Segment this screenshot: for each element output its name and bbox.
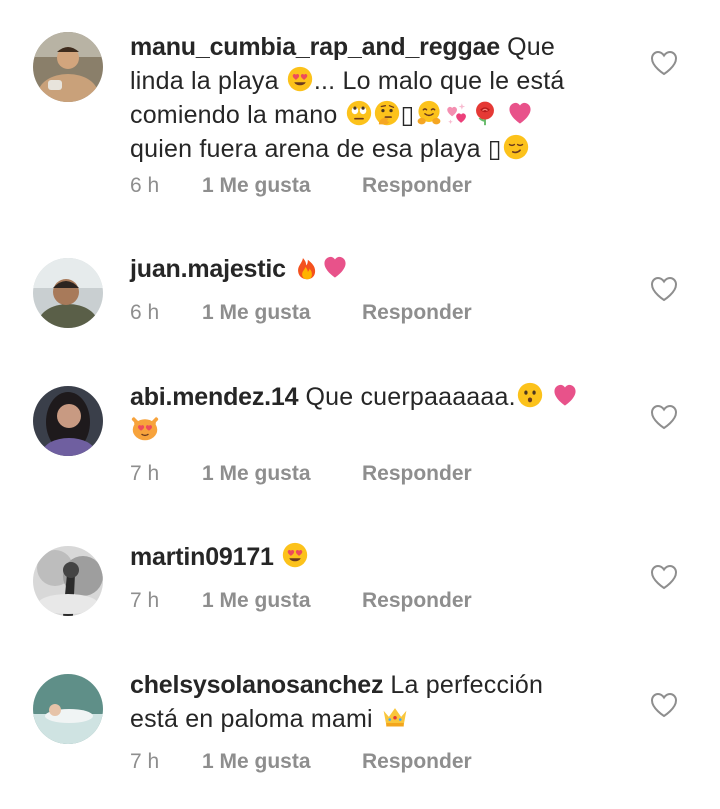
avatar[interactable] [33, 674, 103, 744]
comment-meta: 7 h 1 Me gusta Responder [130, 750, 472, 780]
avatar[interactable] [33, 546, 103, 616]
likes-count[interactable]: 1 Me gusta [202, 750, 362, 774]
comment-body: La perfección [383, 671, 544, 699]
comment-body: ... Lo malo que le está [313, 67, 565, 95]
comment-body: está en paloma mami [130, 705, 380, 733]
rose-emoji-icon [472, 100, 498, 126]
heart-outline-icon[interactable] [650, 404, 678, 430]
heart-eyes-cat-emoji-icon [131, 414, 159, 442]
heart-eyes-emoji-icon [282, 542, 308, 568]
likes-count[interactable]: 1 Me gusta [202, 462, 362, 486]
missing-glyph: ▯ [487, 135, 502, 163]
heart-emoji-icon [552, 382, 578, 408]
likes-count[interactable]: 1 Me gusta [202, 301, 362, 325]
heart-outline-icon[interactable] [650, 50, 678, 76]
comment-time: 7 h [130, 750, 160, 773]
comment-body: quien fuera arena de esa playa [130, 135, 488, 163]
thinking-emoji-icon [374, 100, 400, 126]
hugging-emoji-icon [416, 100, 442, 126]
heart-emoji-icon [322, 254, 348, 280]
missing-glyph: ▯ [400, 101, 415, 129]
reply-button[interactable]: Responder [362, 462, 472, 486]
comment-text: manu_cumbia_rap_and_reggae Que linda la … [130, 30, 630, 166]
comment-meta: 7 h 1 Me gusta Responder [130, 462, 472, 492]
comment-text: chelsysolanosanchez La perfección está e… [130, 668, 630, 736]
comment-body: comiendo la mano [130, 101, 345, 129]
avatar[interactable] [33, 386, 103, 456]
eye-roll-emoji-icon [346, 100, 372, 126]
comment-text: juan.majestic [130, 252, 630, 286]
crown-emoji-icon [381, 702, 409, 730]
likes-count[interactable]: 1 Me gusta [202, 589, 362, 613]
comment-username[interactable]: manu_cumbia_rap_and_reggae [130, 33, 500, 61]
hushed-emoji-icon [517, 382, 543, 408]
comment-body: Que cuerpaaaaaa. [298, 383, 516, 411]
avatar[interactable] [33, 32, 103, 102]
comment-time: 6 h [130, 174, 160, 197]
reply-button[interactable]: Responder [362, 174, 472, 198]
comment-username[interactable]: martin09171 [130, 543, 274, 571]
heart-outline-icon[interactable] [650, 564, 678, 590]
comment-body: Que [499, 33, 555, 61]
comment-time: 6 h [130, 301, 160, 324]
reply-button[interactable]: Responder [362, 589, 472, 613]
heart-outline-icon[interactable] [650, 276, 678, 302]
comment-text: abi.mendez.14 Que cuerpaaaaaa. [130, 380, 630, 448]
heart-emoji-icon [507, 100, 533, 126]
likes-count[interactable]: 1 Me gusta [202, 174, 362, 198]
comment-username[interactable]: chelsysolanosanchez [130, 671, 383, 699]
heart-eyes-emoji-icon [287, 66, 313, 92]
comment-username[interactable]: juan.majestic [130, 255, 286, 283]
comment-text: martin09171 [130, 540, 630, 574]
heart-outline-icon[interactable] [650, 692, 678, 718]
comment-time: 7 h [130, 589, 160, 612]
comment-time: 7 h [130, 462, 160, 485]
comment-body: linda la playa [130, 67, 286, 95]
reply-button[interactable]: Responder [362, 750, 472, 774]
fire-emoji-icon [294, 254, 320, 280]
smirk-emoji-icon [503, 134, 529, 160]
comment-username[interactable]: abi.mendez.14 [130, 383, 299, 411]
comment-meta: 6 h 1 Me gusta Responder [130, 301, 472, 331]
comment-meta: 6 h 1 Me gusta Responder [130, 174, 472, 204]
comment-meta: 7 h 1 Me gusta Responder [130, 589, 472, 619]
sparkling-hearts-emoji-icon [444, 100, 470, 126]
avatar[interactable] [33, 258, 103, 328]
reply-button[interactable]: Responder [362, 301, 472, 325]
